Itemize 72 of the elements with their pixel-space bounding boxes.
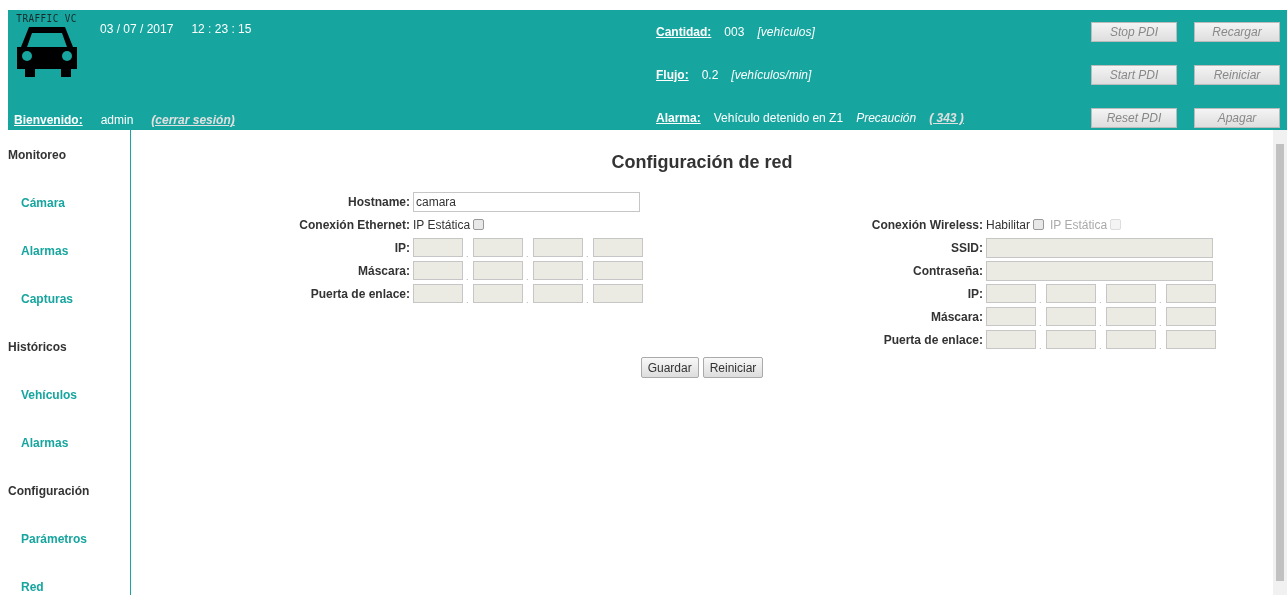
- text-field[interactable]: camara: [413, 191, 640, 212]
- checkbox[interactable]: [473, 219, 485, 230]
- field-label: Hostname:: [347, 194, 410, 209]
- control-button[interactable]: Reset PDI: [1091, 108, 1177, 128]
- separator-dot: .: [526, 295, 530, 305]
- field-label: Conexión Wireless:: [870, 217, 983, 232]
- separator-dot: .: [586, 272, 590, 282]
- logout-link[interactable]: (cerrar sesión): [151, 113, 235, 127]
- stat-value: 0.2: [701, 68, 719, 82]
- stat-label: Cantidad:: [656, 25, 712, 39]
- sidebar-item[interactable]: Vehículos: [8, 388, 130, 436]
- sidebar-item[interactable]: Parámetros: [8, 532, 130, 580]
- separator-dot: .: [1159, 341, 1163, 351]
- field-label: SSID:: [950, 240, 983, 255]
- separator-dot: .: [1099, 295, 1103, 305]
- stat-label: Alarma:: [656, 111, 701, 125]
- separator-dot: .: [466, 295, 470, 305]
- field-label: Máscara:: [929, 309, 983, 324]
- separator-dot: .: [1039, 295, 1043, 305]
- separator-dot: .: [586, 249, 590, 259]
- separator-dot: .: [1039, 318, 1043, 328]
- separator-dot: .: [586, 295, 590, 305]
- sidebar-item[interactable]: Cámara: [8, 196, 130, 244]
- date-text: 03 / 07 / 2017: [100, 22, 174, 38]
- sidebar-section: Monitoreo: [8, 148, 130, 196]
- control-button[interactable]: Stop PDI: [1091, 22, 1177, 42]
- sidebar-item[interactable]: Alarmas: [8, 436, 130, 484]
- scrollbar[interactable]: [1273, 130, 1287, 595]
- sidebar-item[interactable]: Alarmas: [8, 244, 130, 292]
- form-button[interactable]: Guardar: [640, 357, 699, 378]
- checkbox[interactable]: [1033, 219, 1044, 230]
- car-icon: [15, 25, 79, 77]
- sidebar-item[interactable]: Capturas: [8, 292, 130, 340]
- field-label: Conexión Ethernet:: [298, 217, 410, 232]
- separator-dot: .: [466, 249, 470, 259]
- sidebar-item[interactable]: Red: [8, 580, 130, 594]
- field-label: Contraseña:: [912, 263, 983, 278]
- form-button[interactable]: Reiniciar: [702, 357, 764, 378]
- option-label: Habilitar: [986, 217, 1030, 232]
- separator-dot: .: [526, 272, 530, 282]
- welcome-label: Bienvenido:: [14, 113, 83, 127]
- sidebar-section: Configuración: [8, 484, 130, 532]
- stat-value: Vehículo detenido en Z1: [713, 111, 844, 125]
- separator-dot: .: [1159, 318, 1163, 328]
- field-label: Puerta de enlace:: [882, 332, 983, 347]
- stat-value: 003: [724, 25, 745, 39]
- page-title: Configuración de red: [610, 152, 794, 173]
- control-button[interactable]: Reiniciar: [1194, 65, 1280, 85]
- option-label: IP Estática: [413, 217, 471, 232]
- stat-note: [vehículos]: [757, 25, 815, 39]
- separator-dot: .: [1039, 341, 1043, 351]
- separator-dot: .: [1159, 295, 1163, 305]
- field-label: Máscara:: [356, 263, 410, 278]
- user-name: admin: [100, 113, 134, 127]
- field-label: Puerta de enlace:: [309, 286, 410, 301]
- logo-text: TRAFFIC VC: [16, 12, 78, 25]
- separator-dot: .: [1099, 341, 1103, 351]
- separator-dot: .: [1099, 318, 1103, 328]
- alarm-count-link[interactable]: ( 343 ): [929, 111, 964, 125]
- control-button[interactable]: Recargar: [1194, 22, 1280, 42]
- field-label: IP:: [966, 286, 983, 301]
- option-label: IP Estática: [1050, 217, 1108, 232]
- sidebar-section: Históricos: [8, 340, 130, 388]
- stat-label: Flujo:: [656, 68, 689, 82]
- control-button[interactable]: Apagar: [1194, 108, 1280, 128]
- field-label: IP:: [393, 240, 410, 255]
- separator-dot: .: [466, 272, 470, 282]
- control-button[interactable]: Start PDI: [1091, 65, 1177, 85]
- separator-dot: .: [526, 249, 530, 259]
- stat-note: Precaución: [856, 111, 917, 125]
- stat-note: [vehículos/min]: [731, 68, 812, 82]
- time-text: 12 : 23 : 15: [191, 22, 252, 38]
